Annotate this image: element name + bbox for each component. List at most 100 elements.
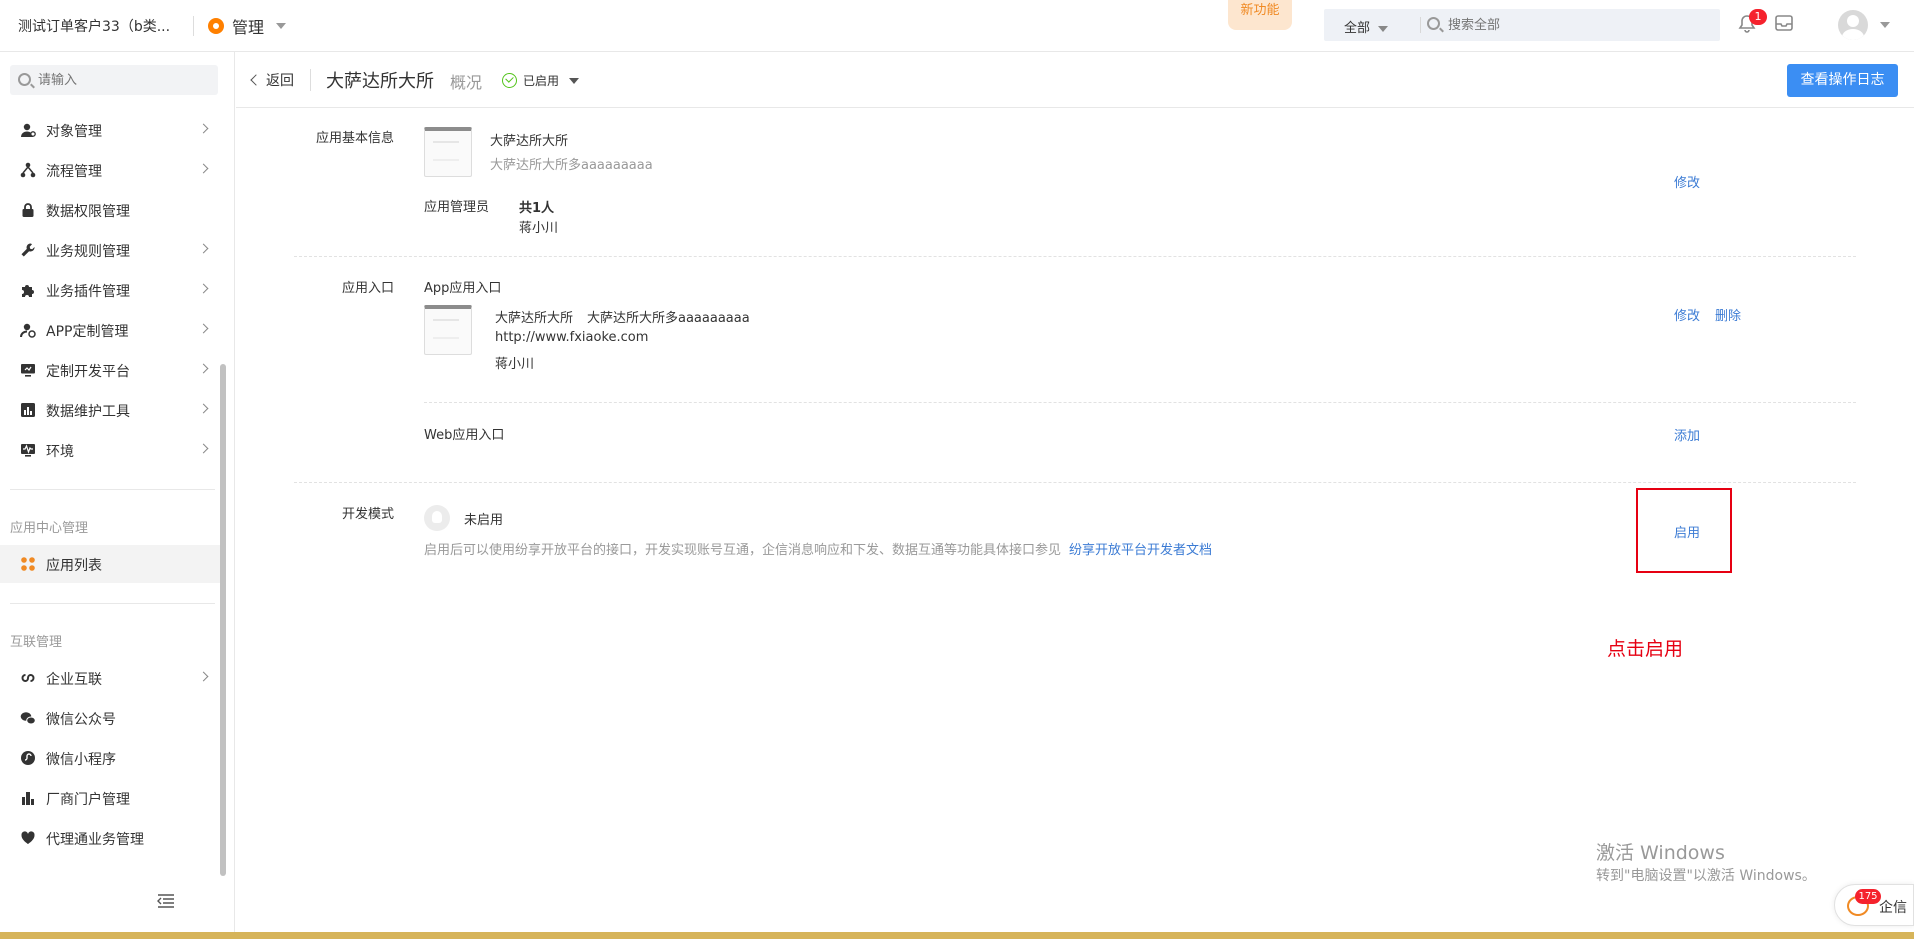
chevron-down-icon [276, 23, 287, 29]
windows-watermark-title: 激活 Windows [1596, 842, 1725, 864]
search-scope-label: 全部 [1344, 21, 1371, 36]
notification-badge: 1 [1749, 9, 1767, 25]
sidebar-item-data-permission[interactable]: 数据权限管理 [0, 191, 220, 229]
module-label: 管理 [232, 18, 265, 37]
sidebar-search [10, 65, 218, 95]
flow-icon [20, 162, 36, 178]
global-search: 全部 [1324, 9, 1720, 41]
chevron-right-icon [198, 283, 209, 294]
windows-watermark-subtitle: 转到"电脑设置"以激活 Windows。 [1596, 868, 1816, 884]
header-divider [310, 69, 311, 91]
app-description: 大萨达所大所多aaaaaaaaa [490, 158, 653, 173]
chevron-right-icon [198, 163, 209, 174]
edit-basic-info-link[interactable]: 修改 [1674, 172, 1700, 191]
sidebar-item-vendor-portal[interactable]: 厂商门户管理 [0, 779, 220, 817]
sidebar-item-label: 对象管理 [46, 124, 102, 140]
chevron-down-icon[interactable] [1880, 22, 1890, 28]
sidebar: 对象管理 流程管理 数据权限管理 业务规则管理 业务插件管理 APP定制管理 定… [0, 52, 235, 939]
section-divider [294, 256, 1856, 257]
chevron-left-icon [250, 74, 262, 86]
grid-icon [21, 557, 35, 571]
add-web-entry-link[interactable]: 添加 [1674, 425, 1700, 444]
sidebar-divider [10, 489, 215, 490]
status-label: 已启用 [523, 74, 560, 88]
heart-handshake-icon [21, 831, 35, 844]
chevron-right-icon [198, 243, 209, 254]
collapse-sidebar-icon[interactable] [157, 893, 175, 909]
highlight-box [1636, 488, 1732, 573]
search-icon [1427, 17, 1440, 30]
miniprogram-icon [21, 751, 35, 765]
sidebar-item-label: 业务规则管理 [46, 244, 130, 260]
sidebar-item-object-management[interactable]: 对象管理 [0, 111, 220, 149]
lock-icon [22, 203, 34, 217]
sidebar-item-label: 环境 [46, 444, 74, 460]
search-divider [1420, 17, 1421, 33]
section-heading-interconnect: 互联管理 [10, 635, 63, 650]
overview-label: 概况 [450, 73, 483, 92]
monitor-icon [21, 364, 35, 377]
sidebar-item-environment[interactable]: 环境 [0, 431, 220, 469]
chevron-right-icon [198, 403, 209, 414]
sidebar-item-label: 微信小程序 [46, 752, 116, 768]
chevron-right-icon [198, 323, 209, 334]
view-log-button[interactable]: 查看操作日志 [1787, 64, 1898, 97]
app-entry-description: 大萨达所大所多aaaaaaaaa [587, 311, 750, 326]
search-icon [18, 73, 31, 86]
puzzle-icon [22, 285, 34, 297]
section-divider [294, 482, 1856, 483]
app-thumbnail [424, 127, 472, 177]
sidebar-search-input[interactable] [38, 71, 208, 89]
admin-count: 共1人 [519, 201, 555, 216]
wechat-icon [20, 712, 36, 725]
tenant-name[interactable]: 测试订单客户33（b类... [18, 16, 170, 36]
sidebar-item-enterprise-interconnect[interactable]: 企业互联 [0, 659, 220, 697]
pulse-icon [21, 444, 35, 457]
sidebar-item-business-plugins[interactable]: 业务插件管理 [0, 271, 220, 309]
sidebar-item-business-rules[interactable]: 业务规则管理 [0, 231, 220, 269]
user-cog-icon [21, 123, 36, 137]
app-entry-thumbnail [424, 305, 472, 355]
status-dropdown[interactable]: 已启用 [502, 72, 580, 89]
avatar[interactable] [1838, 10, 1868, 40]
delete-app-entry-link[interactable]: 删除 [1715, 305, 1741, 324]
sidebar-item-dev-platform[interactable]: 定制开发平台 [0, 351, 220, 389]
sidebar-item-label: 定制开发平台 [46, 364, 130, 380]
search-input[interactable] [1448, 16, 1708, 34]
sidebar-item-data-tools[interactable]: 数据维护工具 [0, 391, 220, 429]
sidebar-item-app-custom[interactable]: APP定制管理 [0, 311, 220, 349]
annotation-text: 点击启用 [1607, 638, 1684, 660]
qixin-chat-button[interactable]: 175 企信 [1834, 884, 1914, 926]
sidebar-item-label: 流程管理 [46, 164, 102, 180]
edit-app-entry-link[interactable]: 修改 [1674, 305, 1700, 324]
sidebar-item-wechat-miniprogram[interactable]: 微信小程序 [0, 739, 220, 777]
new-feature-badge[interactable]: 新功能 [1228, 0, 1292, 30]
admin-name: 蒋小川 [519, 221, 559, 236]
sidebar-item-label: 企业互联 [46, 672, 102, 688]
building-icon [22, 792, 34, 805]
sidebar-item-label: 微信公众号 [46, 712, 116, 728]
sidebar-item-flow-management[interactable]: 流程管理 [0, 151, 220, 189]
admin-label: 应用管理员 [424, 200, 490, 215]
sidebar-item-label: 代理通业务管理 [46, 832, 144, 848]
search-scope-select[interactable]: 全部 [1344, 17, 1389, 36]
sidebar-item-app-list[interactable]: 应用列表 [0, 545, 220, 583]
app-name: 大萨达所大所 [490, 134, 569, 149]
sidebar-scrollbar[interactable] [220, 364, 226, 876]
module-switcher[interactable]: 管理 [208, 14, 287, 38]
lightbulb-icon [424, 505, 450, 531]
sidebar-item-agent-business[interactable]: 代理通业务管理 [0, 819, 220, 857]
qixin-badge: 175 [1855, 889, 1881, 904]
developer-doc-link[interactable]: 纷享开放平台开发者文档 [1069, 539, 1212, 558]
back-button[interactable]: 返回 [250, 70, 294, 90]
basic-info-label: 应用基本信息 [315, 131, 394, 146]
app-entry-title: App应用入口 [424, 281, 502, 296]
inbox-icon[interactable] [1774, 13, 1794, 33]
sidebar-item-wechat-official[interactable]: 微信公众号 [0, 699, 220, 737]
sidebar-item-label: APP定制管理 [46, 324, 129, 340]
sidebar-divider [10, 603, 215, 604]
sidebar-item-label: 应用列表 [46, 558, 102, 574]
sidebar-item-label: 数据权限管理 [46, 204, 130, 220]
app-custom-icon [20, 323, 36, 338]
back-label: 返回 [266, 73, 294, 89]
